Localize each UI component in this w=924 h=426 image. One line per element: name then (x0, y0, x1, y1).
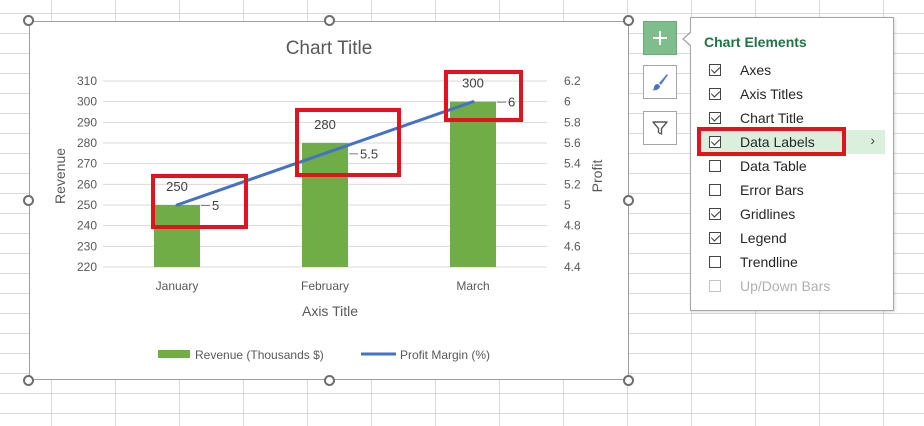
paintbrush-icon (652, 74, 668, 91)
chart-title[interactable]: Chart Title (286, 38, 373, 59)
resize-handle-top[interactable] (324, 15, 335, 26)
x-tick-label: February (301, 279, 349, 293)
y2-tick-label: 5.4 (564, 157, 581, 171)
chart-area[interactable]: Chart Title 220 230 240 250 260 270 280 290 300 3… (29, 21, 629, 380)
legend-swatch-revenue (158, 350, 190, 358)
legend-label-profit: Profit Margin (%) (400, 348, 490, 362)
plus-icon (653, 31, 667, 45)
y2-tick-label: 4.6 (564, 239, 581, 253)
y2-tick-label: 6.2 (564, 74, 581, 88)
chart-element-label: Gridlines (740, 206, 796, 222)
chart-element-trendline[interactable]: Trendline (699, 250, 885, 274)
x-axis-title[interactable]: Axis Title (302, 303, 358, 319)
checkbox[interactable] (709, 184, 721, 196)
chevron-right-icon[interactable]: › (870, 132, 875, 148)
y-tick-label: 290 (77, 115, 97, 129)
highlight-box-march (444, 70, 523, 122)
resize-handle-bottom[interactable] (324, 375, 335, 386)
checkbox[interactable] (709, 160, 721, 172)
y2-tick-label: 5 (564, 198, 571, 212)
y2-tick-label: 5.8 (564, 115, 581, 129)
bar-revenue-march[interactable] (450, 101, 496, 268)
resize-handle-right[interactable] (623, 195, 634, 206)
y-tick-label: 260 (77, 177, 97, 191)
checkbox[interactable] (709, 64, 721, 76)
legend[interactable]: Revenue (Thousands $) Profit Margin (%) (158, 348, 490, 362)
legend-label-revenue: Revenue (Thousands $) (195, 348, 324, 362)
chart-element-data-table[interactable]: Data Table (699, 154, 885, 178)
checkbox[interactable] (709, 112, 721, 124)
chart-element-label: Up/Down Bars (740, 278, 831, 294)
chart-element-label: Legend (740, 230, 787, 246)
funnel-icon (652, 121, 668, 135)
chart-element-label: Chart Title (740, 110, 804, 126)
checkbox[interactable] (709, 232, 721, 244)
resize-handle-bottom-left[interactable] (23, 375, 34, 386)
checkbox[interactable] (709, 88, 721, 100)
highlight-box-february (295, 108, 401, 177)
chart-element-label: Data Table (740, 158, 807, 174)
y-tick-label: 270 (77, 157, 97, 171)
chart-element-label: Axis Titles (740, 86, 804, 102)
x-tick-label: March (456, 279, 489, 293)
checkbox[interactable] (709, 256, 721, 268)
y2-tick-label: 6 (564, 95, 571, 109)
y-tick-label: 230 (77, 239, 97, 253)
highlight-box-january (151, 174, 248, 229)
y-tick-label: 250 (77, 198, 97, 212)
panel-title: Chart Elements (704, 34, 807, 50)
chart-element-axis-titles[interactable]: Axis Titles (699, 82, 885, 106)
y2-tick-label: 5.2 (564, 177, 581, 191)
checkbox (709, 280, 721, 292)
y-tick-label: 240 (77, 219, 97, 233)
resize-handle-bottom-right[interactable] (623, 375, 634, 386)
chart-svg: Chart Title 220 230 240 250 260 270 280 290 300 3… (52, 38, 605, 362)
chart-elements-panel: Chart Elements Axes Axis Titles Chart Titl… (690, 17, 894, 311)
chart-element-error-bars[interactable]: Error Bars (699, 178, 885, 202)
chart-element-axes[interactable]: Axes (699, 58, 885, 82)
chart-elements-button[interactable] (643, 21, 677, 55)
chart-element-label: Trendline (740, 254, 798, 270)
chart-element-label: Axes (740, 62, 772, 78)
y-axis-title[interactable]: Revenue (52, 148, 68, 204)
y2-tick-label: 4.8 (564, 219, 581, 233)
y-tick-label: 300 (77, 95, 97, 109)
secondary-y-axis-title[interactable]: Profit (589, 160, 605, 193)
resize-handle-left[interactable] (23, 195, 34, 206)
x-tick-label: January (156, 279, 199, 293)
y-tick-label: 220 (77, 260, 97, 274)
y-tick-label: 310 (77, 74, 97, 88)
resize-handle-top-left[interactable] (23, 15, 34, 26)
highlight-box-data-labels (697, 127, 846, 156)
chart-styles-button[interactable] (643, 65, 677, 99)
panel-pointer-inner (684, 32, 692, 46)
y2-tick-label: 5.6 (564, 136, 581, 150)
y2-tick-label: 4.4 (564, 260, 581, 274)
checkbox[interactable] (709, 208, 721, 220)
y-tick-label: 280 (77, 136, 97, 150)
chart-filters-button[interactable] (643, 111, 677, 145)
chart-element-label: Error Bars (740, 182, 804, 198)
chart-element-legend[interactable]: Legend (699, 226, 885, 250)
resize-handle-top-right[interactable] (623, 15, 634, 26)
chart-element-gridlines[interactable]: Gridlines (699, 202, 885, 226)
chart-element-up-down-bars: Up/Down Bars (699, 274, 885, 298)
